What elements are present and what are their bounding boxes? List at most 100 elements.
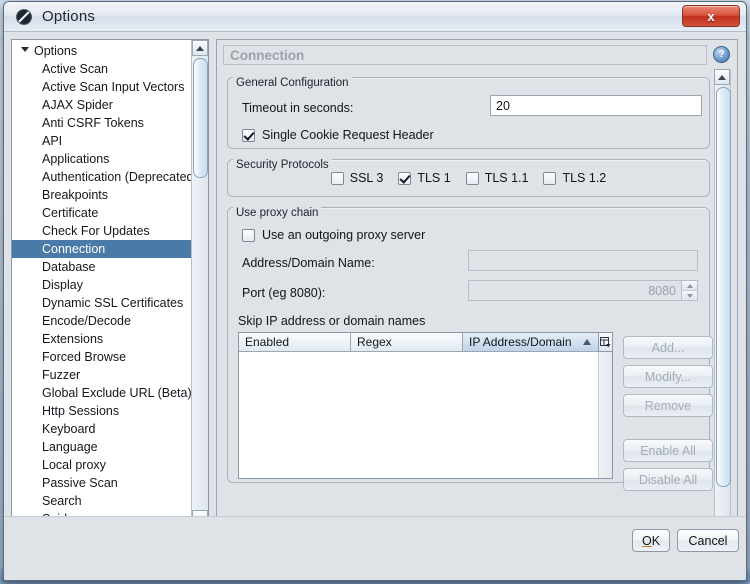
sidebar-item-extensions[interactable]: Extensions — [12, 330, 191, 348]
tree-item-label: Check For Updates — [42, 224, 150, 238]
sidebar-item-display[interactable]: Display — [12, 276, 191, 294]
tree-item-label: Applications — [42, 152, 110, 166]
button-label: Modify... — [644, 369, 692, 384]
timeout-label: Timeout in seconds: — [242, 101, 354, 115]
single-cookie-checkbox[interactable] — [242, 128, 255, 142]
table-column-header-label: IP Address/Domain — [469, 335, 572, 349]
options-tree[interactable]: Options Active Scan Active Scan Input Vec… — [12, 40, 191, 526]
button-label: Add... — [651, 340, 685, 355]
tree-item-label: Forced Browse — [42, 350, 127, 364]
table-column-header-ip-address-domain[interactable]: IP Address/Domain — [463, 333, 600, 351]
tree-item-label: Passive Scan — [42, 476, 118, 490]
table-header-row: Enabled Regex IP Address/Domain — [239, 333, 612, 352]
help-icon[interactable]: ? — [713, 46, 730, 63]
close-button[interactable]: x — [682, 5, 740, 27]
sidebar-item-passive-scan[interactable]: Passive Scan — [12, 474, 191, 492]
chevron-down-icon[interactable] — [21, 47, 29, 52]
general-configuration-legend: General Configuration — [233, 77, 352, 89]
ok-button[interactable]: OK — [632, 529, 670, 552]
checkbox[interactable] — [465, 171, 479, 185]
tree-item-root-label: Options — [34, 44, 78, 58]
sidebar-item-active-scan[interactable]: Active Scan — [12, 60, 191, 78]
table-vertical-scrollbar[interactable] — [598, 352, 612, 478]
checkbox[interactable] — [330, 171, 344, 185]
tree-item-label: Fuzzer — [42, 368, 81, 382]
sidebar-item-database[interactable]: Database — [12, 258, 191, 276]
table-column-header-label: Enabled — [245, 335, 290, 349]
sidebar-item-ajax-spider[interactable]: AJAX Spider — [12, 96, 191, 114]
tree-item-label: Database — [42, 260, 96, 274]
sidebar-item-local-proxy[interactable]: Local proxy — [12, 456, 191, 474]
sidebar-item-connection[interactable]: Connection — [12, 240, 191, 258]
tree-item-label: Authentication (Deprecated) — [42, 170, 191, 184]
sidebar-item-check-for-updates[interactable]: Check For Updates — [12, 222, 191, 240]
cancel-button[interactable]: Cancel — [677, 529, 739, 552]
table-column-chooser-button[interactable] — [598, 333, 612, 352]
sidebar-item-api[interactable]: API — [12, 132, 191, 150]
sidebar-item-active-scan-input-vectors[interactable]: Active Scan Input Vectors — [12, 78, 191, 96]
tree-scroll-thumb[interactable] — [193, 58, 208, 178]
sidebar-item-authentication-deprecated[interactable]: Authentication (Deprecated) — [12, 168, 191, 186]
options-dialog: Options x Options Active Scan Active Scan… — [3, 1, 747, 581]
security-option-tls-1[interactable]: TLS 1 — [398, 171, 451, 185]
proxy-chain-legend: Use proxy chain — [233, 207, 322, 219]
port-stepper-up[interactable] — [682, 281, 697, 291]
proxy-chain-group: Use proxy chain Use an outgoing proxy se… — [227, 207, 713, 491]
ok-button-label: OK — [641, 533, 661, 548]
sort-ascending-icon — [583, 339, 591, 345]
tree-item-root[interactable]: Options — [12, 42, 191, 60]
sidebar-item-forced-browse[interactable]: Forced Browse — [12, 348, 191, 366]
use-outgoing-proxy-checkbox[interactable] — [242, 228, 255, 242]
tree-item-label: Http Sessions — [42, 404, 120, 418]
dialog-footer: OK Cancel — [4, 516, 746, 580]
sidebar-item-encode-decode[interactable]: Encode/Decode — [12, 312, 191, 330]
tree-item-label: AJAX Spider — [42, 98, 113, 112]
address-domain-input[interactable] — [468, 250, 698, 271]
security-option-tls-1-2[interactable]: TLS 1.2 — [543, 171, 606, 185]
triangle-up-icon — [196, 45, 204, 51]
timeout-input[interactable]: 20 — [490, 95, 702, 116]
general-configuration-group: General Configuration Timeout in seconds… — [227, 77, 710, 149]
panel-scroll-thumb[interactable] — [716, 87, 731, 487]
port-stepper[interactable] — [682, 280, 698, 301]
port-input[interactable]: 8080 — [468, 280, 682, 301]
table-column-header-enabled[interactable]: Enabled — [239, 333, 351, 351]
security-option-ssl-3[interactable]: SSL 3 — [330, 171, 383, 185]
checkbox[interactable] — [398, 171, 412, 185]
sidebar-item-applications[interactable]: Applications — [12, 150, 191, 168]
port-stepper-down[interactable] — [682, 291, 697, 300]
sidebar-item-breakpoints[interactable]: Breakpoints — [12, 186, 191, 204]
tree-item-label: Active Scan — [42, 62, 109, 76]
checkbox[interactable] — [543, 171, 557, 185]
connection-settings-pane: Connection ? General Configuration Timeo… — [216, 39, 738, 544]
column-settings-icon — [600, 336, 611, 347]
sidebar-item-anti-csrf-tokens[interactable]: Anti CSRF Tokens — [12, 114, 191, 132]
security-option-tls-1-1[interactable]: TLS 1.1 — [465, 171, 528, 185]
sidebar-item-http-sessions[interactable]: Http Sessions — [12, 402, 191, 420]
dialog-title: Options — [42, 8, 96, 25]
sidebar-item-language[interactable]: Language — [12, 438, 191, 456]
sidebar-item-fuzzer[interactable]: Fuzzer — [12, 366, 191, 384]
skip-ip-table[interactable]: Enabled Regex IP Address/Domain — [238, 332, 613, 479]
tree-item-label: Search — [42, 494, 82, 508]
table-body[interactable] — [239, 352, 612, 478]
tree-vertical-scrollbar[interactable] — [191, 40, 208, 526]
panel-vertical-scrollbar[interactable] — [714, 69, 731, 537]
tree-scroll-up-button[interactable] — [192, 40, 208, 56]
tree-item-label: Extensions — [42, 332, 104, 346]
sidebar-item-search[interactable]: Search — [12, 492, 191, 510]
single-cookie-label: Single Cookie Request Header — [262, 128, 434, 142]
zap-icon — [15, 8, 33, 26]
tree-item-label: Active Scan Input Vectors — [42, 80, 185, 94]
panel-scroll-up-button[interactable] — [714, 69, 730, 85]
sidebar-item-keyboard[interactable]: Keyboard — [12, 420, 191, 438]
sidebar-item-global-exclude-url-beta[interactable]: Global Exclude URL (Beta) — [12, 384, 191, 402]
tree-item-label: API — [42, 134, 63, 148]
panel-header: Connection — [223, 45, 707, 65]
sidebar-item-dynamic-ssl-certificates[interactable]: Dynamic SSL Certificates — [12, 294, 191, 312]
modify-button: Modify... — [623, 365, 713, 388]
button-label: Disable All — [638, 472, 698, 487]
sidebar-item-certificate[interactable]: Certificate — [12, 204, 191, 222]
tree-item-label: Encode/Decode — [42, 314, 131, 328]
table-column-header-regex[interactable]: Regex — [351, 333, 463, 351]
